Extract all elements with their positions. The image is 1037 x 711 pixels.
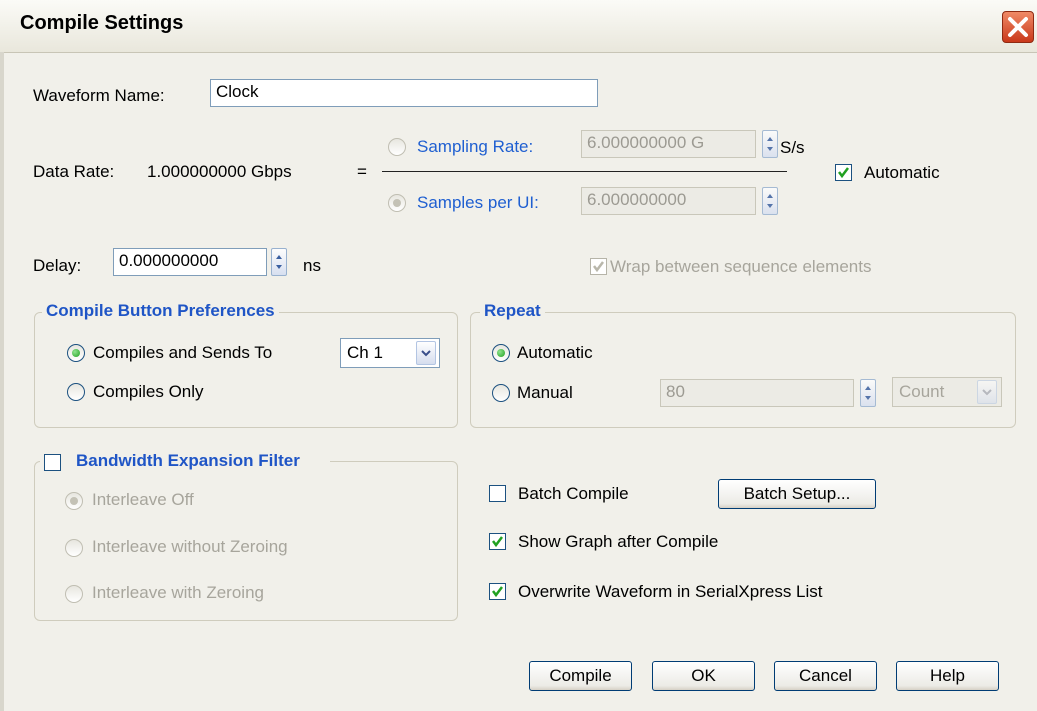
repeat-title: Repeat [480, 301, 545, 321]
spin-arrows-icon [767, 194, 773, 208]
sampling-rate-input[interactable]: 6.000000000 G [581, 130, 756, 158]
compile-button[interactable]: Compile [529, 661, 632, 691]
dialog-title: Compile Settings [20, 12, 184, 34]
compiles-only-label: Compiles Only [93, 382, 204, 401]
data-rate-value: 1.000000000 Gbps [147, 162, 292, 181]
data-rate-label: Data Rate: [33, 162, 115, 181]
batch-compile-label: Batch Compile [518, 484, 629, 503]
chevron-down-icon [982, 389, 992, 396]
interleave-without-zeroing-radio[interactable] [65, 539, 83, 557]
close-button[interactable] [1002, 11, 1034, 43]
bandwidth-checkbox[interactable] [44, 454, 61, 471]
equals-sign: = [357, 162, 367, 181]
sampling-rate-label: Sampling Rate: [417, 137, 534, 156]
interleave-off-radio[interactable] [65, 492, 83, 510]
overwrite-label: Overwrite Waveform in SerialXpress List [518, 582, 823, 601]
waveform-name-label: Waveform Name: [33, 86, 165, 105]
interleave-with-zeroing-radio[interactable] [65, 585, 83, 603]
repeat-manual-radio[interactable] [492, 384, 510, 402]
compiles-only-radio[interactable] [67, 383, 85, 401]
automatic-label: Automatic [864, 163, 940, 182]
automatic-checkbox[interactable] [835, 164, 852, 181]
wrap-checkbox[interactable] [590, 258, 607, 275]
channel-dropdown-button[interactable] [416, 341, 436, 365]
compile-prefs-group [34, 312, 458, 428]
fraction-line [382, 171, 787, 172]
samples-per-ui-input[interactable]: 6.000000000 [581, 187, 756, 215]
chevron-down-icon [421, 350, 431, 357]
samples-per-ui-spinner[interactable] [762, 187, 778, 215]
bandwidth-title: Bandwidth Expansion Filter [72, 451, 304, 471]
ok-button[interactable]: OK [652, 661, 755, 691]
delay-input[interactable]: 0.000000000 [113, 248, 267, 276]
spin-arrows-icon [276, 255, 282, 269]
samples-per-ui-radio[interactable] [388, 194, 406, 212]
show-graph-label: Show Graph after Compile [518, 532, 719, 551]
compiles-and-sends-radio[interactable] [67, 344, 85, 362]
wrap-label: Wrap between sequence elements [610, 257, 872, 276]
delay-label: Delay: [33, 256, 82, 275]
sampling-rate-spinner[interactable] [762, 130, 778, 158]
repeat-unit-dropdown-button[interactable] [977, 380, 997, 404]
channel-select[interactable]: Ch 1 [340, 338, 440, 368]
repeat-automatic-radio[interactable] [492, 344, 510, 362]
checkmark-icon [492, 536, 503, 548]
overwrite-checkbox[interactable] [489, 583, 506, 600]
interleave-without-zeroing-label: Interleave without Zeroing [92, 537, 288, 556]
spin-arrows-icon [865, 386, 871, 400]
compile-prefs-title: Compile Button Preferences [42, 301, 279, 321]
checkmark-icon [838, 167, 849, 179]
cancel-button[interactable]: Cancel [774, 661, 877, 691]
waveform-name-input[interactable]: Clock [210, 79, 598, 107]
compiles-and-sends-label: Compiles and Sends To [93, 343, 273, 362]
repeat-count-input[interactable]: 80 [660, 379, 854, 407]
sampling-rate-radio[interactable] [388, 138, 406, 156]
repeat-count-spinner[interactable] [860, 379, 876, 407]
checkmark-icon [492, 586, 503, 598]
sampling-rate-unit: S/s [780, 138, 805, 157]
delay-unit: ns [303, 256, 321, 275]
window-border [0, 52, 4, 711]
repeat-unit-value: Count [899, 382, 945, 401]
delay-spinner[interactable] [271, 248, 287, 276]
interleave-off-label: Interleave Off [92, 490, 194, 509]
show-graph-checkbox[interactable] [489, 533, 506, 550]
checkmark-icon [593, 261, 604, 273]
repeat-unit-select[interactable]: Count [892, 377, 1002, 407]
interleave-with-zeroing-label: Interleave with Zeroing [92, 583, 264, 602]
help-button[interactable]: Help [896, 661, 999, 691]
close-icon [1008, 17, 1028, 37]
samples-per-ui-label: Samples per UI: [417, 193, 539, 212]
channel-value: Ch 1 [347, 343, 383, 362]
repeat-automatic-label: Automatic [517, 343, 593, 362]
repeat-group [470, 312, 1016, 428]
spin-arrows-icon [767, 137, 773, 151]
batch-compile-checkbox[interactable] [489, 485, 506, 502]
repeat-manual-label: Manual [517, 383, 573, 402]
batch-setup-button[interactable]: Batch Setup... [718, 479, 876, 509]
